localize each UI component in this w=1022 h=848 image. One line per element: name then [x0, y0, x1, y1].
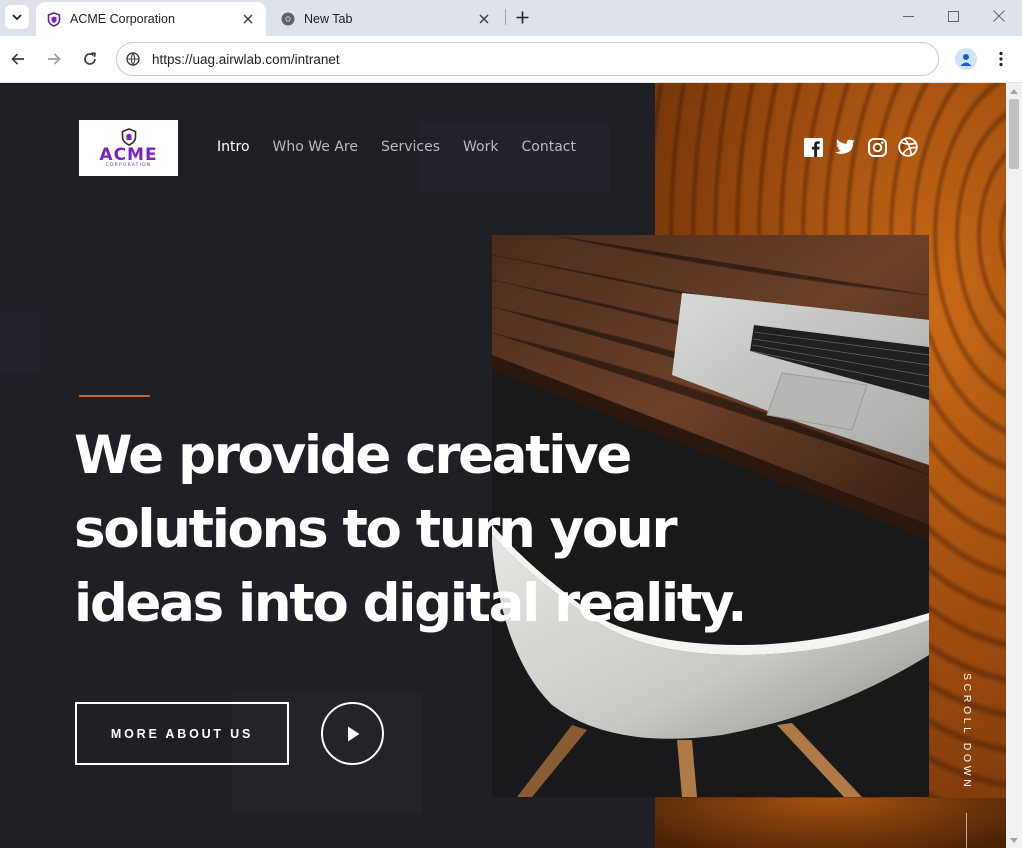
reload-button[interactable] [76, 45, 104, 73]
browser-menu-button[interactable] [990, 48, 1012, 70]
hero-headline-line-2: solutions to turn your [74, 499, 678, 560]
tab-acme[interactable]: ACME Corporation [36, 2, 266, 36]
nav-item-contact[interactable]: Contact [521, 139, 575, 155]
back-button[interactable] [4, 45, 32, 73]
logo-sub-text: CORPORATION [105, 163, 152, 168]
tab-title: ACME Corporation [70, 12, 175, 26]
nav-item-services[interactable]: Services [381, 139, 440, 155]
close-icon [479, 14, 489, 24]
close-icon [992, 10, 1005, 22]
maximize-icon [948, 10, 959, 22]
close-icon [243, 14, 253, 24]
address-bar[interactable]: https://uag.airwlab.com/intranet [116, 42, 939, 76]
logo-brand-text: ACME [99, 145, 158, 165]
main-nav: Intro Who We Are Services Work Contact [217, 139, 576, 155]
caret-down-icon [1010, 837, 1018, 843]
hero-headline-line-1: We provide creative [74, 425, 632, 486]
tab-strip: ACME Corporation New Tab [0, 0, 1022, 36]
play-icon [347, 726, 359, 741]
scroll-up-arrow[interactable] [1006, 84, 1022, 98]
scroll-down-arrow[interactable] [1006, 833, 1022, 847]
scrollbar-thumb[interactable] [1009, 99, 1019, 169]
more-vert-icon [999, 51, 1003, 67]
hero-headline-line-3: ideas into digital reality. [74, 573, 747, 634]
plus-icon [516, 11, 528, 23]
site-info-icon[interactable] [125, 51, 141, 67]
more-about-us-button[interactable]: MORE ABOUT US [75, 702, 289, 765]
forward-button[interactable] [40, 45, 68, 73]
close-tab-button[interactable] [238, 9, 258, 29]
profile-button[interactable] [955, 48, 977, 70]
scroll-indicator-line [966, 813, 967, 848]
caret-up-icon [1010, 88, 1018, 94]
minimize-button[interactable] [886, 0, 931, 32]
maximize-button[interactable] [931, 0, 976, 32]
page-viewport: ACME CORPORATION Intro Who We Are Servic… [0, 83, 1006, 848]
close-window-button[interactable] [976, 0, 1021, 32]
chevron-down-icon [12, 14, 22, 21]
background-wood-panel-bottom [655, 798, 1006, 848]
arrow-right-icon [48, 53, 61, 65]
url-text: https://uag.airwlab.com/intranet [152, 51, 340, 67]
decor-block [0, 313, 40, 373]
person-icon [960, 54, 972, 66]
dribbble-icon[interactable] [898, 137, 918, 157]
accent-line [79, 395, 150, 397]
site-logo[interactable]: ACME CORPORATION [79, 120, 178, 176]
twitter-icon[interactable] [835, 137, 855, 157]
tab-title: New Tab [304, 12, 353, 26]
shield-icon [46, 11, 62, 27]
arrow-left-icon [11, 53, 24, 65]
nav-item-work[interactable]: Work [463, 139, 498, 155]
scroll-down-label[interactable]: SCROLL DOWN [957, 673, 973, 798]
shield-logo-icon [121, 128, 136, 146]
nav-item-intro[interactable]: Intro [217, 139, 250, 155]
facebook-icon[interactable] [803, 137, 823, 157]
minimize-icon [903, 15, 914, 17]
tab-search-button[interactable] [5, 5, 29, 29]
play-video-button[interactable] [321, 702, 384, 765]
browser-toolbar: https://uag.airwlab.com/intranet [0, 36, 1022, 83]
chrome-icon [280, 11, 296, 27]
tab-new-tab[interactable]: New Tab [270, 2, 502, 36]
decor-block [420, 123, 610, 193]
page-scrollbar[interactable] [1006, 83, 1022, 848]
instagram-icon[interactable] [867, 137, 887, 157]
reload-icon [84, 52, 96, 65]
new-tab-button[interactable] [511, 6, 533, 28]
close-tab-button[interactable] [474, 9, 494, 29]
tab-separator [505, 9, 506, 25]
nav-item-who-we-are[interactable]: Who We Are [273, 139, 358, 155]
